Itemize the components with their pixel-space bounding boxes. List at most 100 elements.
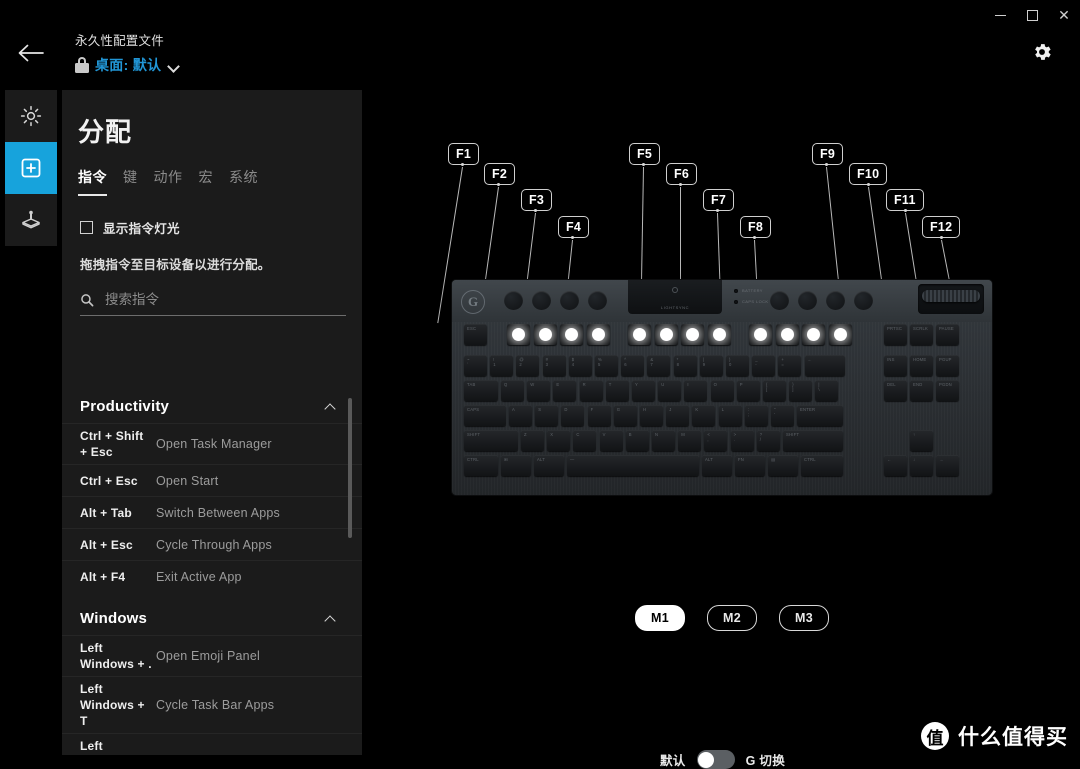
back-button[interactable] — [14, 36, 48, 70]
key-esc[interactable]: ESC — [464, 324, 487, 345]
media-mute-button[interactable] — [854, 291, 873, 310]
key-num-1[interactable]: ! 1 — [490, 355, 514, 376]
key-f2[interactable] — [533, 324, 557, 345]
fkey-badge-f10[interactable]: F10 — [849, 163, 888, 185]
m2-button[interactable]: M2 — [707, 605, 757, 631]
show-command-lighting-checkbox[interactable]: 显示指令灯光 — [80, 218, 362, 237]
key-num-12[interactable]: + = — [778, 355, 802, 376]
key-tab[interactable]: TAB — [464, 380, 498, 401]
key-capslock[interactable]: CAPS — [464, 405, 506, 426]
key-q-10[interactable]: {[ — [763, 380, 786, 401]
maximize-button[interactable] — [1016, 0, 1048, 30]
key-a-7[interactable]: K — [692, 405, 716, 426]
key-f1[interactable] — [507, 324, 530, 345]
m1-button[interactable]: M1 — [635, 605, 685, 631]
key-num-11[interactable]: _ - — [752, 355, 776, 376]
media-play-button[interactable] — [798, 291, 817, 310]
list-scrollbar[interactable] — [348, 398, 352, 538]
m3-button[interactable]: M3 — [779, 605, 829, 631]
key-q-0[interactable]: Q — [501, 380, 524, 401]
key-q-1[interactable]: W — [527, 380, 551, 401]
fkey-badge-f12[interactable]: F12 — [922, 216, 961, 238]
key-num-3[interactable]: #3 — [542, 355, 566, 376]
list-item[interactable]: Left Windows + T Cycle Task Bar Apps — [62, 676, 362, 733]
key-arrow-1[interactable]: ← — [884, 455, 907, 476]
key-num-7[interactable]: & 7 — [647, 355, 671, 376]
key-pgdn[interactable]: PGDN — [936, 380, 959, 401]
sidebar-item-assignments[interactable] — [5, 142, 57, 194]
key-num-9[interactable]: (9 — [699, 355, 723, 376]
key-z-9[interactable]: ? / — [756, 430, 780, 451]
key-z-0[interactable]: Z — [521, 430, 544, 451]
key-q-7[interactable]: I — [684, 380, 708, 401]
list-item[interactable]: Left Windows + . Open Emoji Panel — [62, 635, 362, 676]
close-button[interactable]: ✕ — [1048, 0, 1080, 30]
key-f5[interactable] — [628, 324, 651, 345]
key-a-3[interactable]: F — [587, 405, 611, 426]
key-z-4[interactable]: B — [625, 430, 649, 451]
list-item[interactable]: Left Windows + = Open Magnifier — [62, 733, 362, 755]
key-rctrl[interactable]: CTRL — [801, 455, 843, 476]
key-f12[interactable] — [828, 324, 852, 345]
key-del[interactable]: DEL — [884, 380, 907, 401]
key-f9[interactable] — [749, 324, 772, 345]
key-f11[interactable] — [802, 324, 825, 345]
key-num-6[interactable]: ^ 6 — [621, 355, 645, 376]
media-prev-button[interactable] — [770, 291, 789, 310]
key-fn[interactable]: FN — [735, 455, 765, 476]
key-z-3[interactable]: V — [599, 430, 623, 451]
search-input[interactable] — [103, 291, 346, 308]
key-rshift[interactable]: SHIFT — [783, 430, 843, 451]
key-lwin[interactable]: ⊞ — [501, 455, 531, 476]
tab-commands[interactable]: 指令 — [78, 167, 107, 196]
tab-system[interactable]: 系统 — [229, 167, 258, 196]
settings-button[interactable] — [1026, 36, 1058, 68]
minimize-button[interactable] — [984, 0, 1016, 30]
brightness-button[interactable] — [588, 291, 607, 310]
key-q-8[interactable]: O — [710, 380, 734, 401]
key-num-5[interactable]: % 5 — [595, 355, 618, 376]
key-a-10[interactable]: " ' — [771, 405, 794, 426]
key-pause[interactable]: PAUSE — [936, 324, 959, 345]
g-shift-toggle[interactable] — [696, 750, 735, 769]
key-a-4[interactable]: G — [613, 405, 637, 426]
fkey-badge-f3[interactable]: F3 — [521, 189, 553, 211]
fkey-badge-f9[interactable]: F9 — [812, 143, 844, 165]
key-f7[interactable] — [681, 324, 704, 345]
key-z-7[interactable]: <, — [704, 430, 728, 451]
key-arrow-2[interactable]: ↓ — [910, 455, 933, 476]
fkey-badge-f11[interactable]: F11 — [886, 189, 924, 211]
group-header-windows[interactable]: Windows — [62, 602, 362, 635]
list-item[interactable]: Ctrl + Esc Open Start — [62, 464, 362, 496]
key-lshift[interactable]: SHIFT — [464, 430, 518, 451]
key-a-5[interactable]: H — [640, 405, 663, 426]
key-num-0[interactable]: ~ ` — [464, 355, 487, 376]
key-a-8[interactable]: L — [718, 405, 742, 426]
key-q-5[interactable]: Y — [632, 380, 655, 401]
macro-button-g3[interactable] — [560, 291, 579, 310]
key-lalt[interactable]: ALT — [534, 455, 564, 476]
list-item[interactable]: Alt + Esc Cycle Through Apps — [62, 528, 362, 560]
key-q-9[interactable]: P — [736, 380, 760, 401]
key-a-1[interactable]: S — [535, 405, 559, 426]
key-z-5[interactable]: N — [652, 430, 675, 451]
key-z-6[interactable]: M — [678, 430, 702, 451]
fkey-badge-f5[interactable]: F5 — [629, 143, 661, 165]
tab-keys[interactable]: 键 — [123, 167, 138, 196]
key-a-2[interactable]: D — [561, 405, 585, 426]
key-z-8[interactable]: >. — [730, 430, 754, 451]
sidebar-item-lighting[interactable] — [5, 90, 57, 142]
macro-button-g1[interactable] — [504, 291, 523, 310]
profile-selector[interactable]: 桌面: 默认 — [75, 55, 180, 75]
key-enter[interactable]: ENTER — [797, 405, 843, 426]
media-next-button[interactable] — [826, 291, 845, 310]
key-num-13[interactable]: ← — [804, 355, 845, 376]
key-num-10[interactable]: ) 0 — [726, 355, 749, 376]
fkey-badge-f1[interactable]: F1 — [448, 143, 480, 165]
fkey-badge-f7[interactable]: F7 — [703, 189, 735, 211]
macro-button-g2[interactable] — [532, 291, 551, 310]
key-f6[interactable] — [654, 324, 678, 345]
fkey-badge-f6[interactable]: F6 — [666, 163, 698, 185]
fkey-badge-f4[interactable]: F4 — [558, 216, 590, 238]
key-q-11[interactable]: }] — [789, 380, 813, 401]
